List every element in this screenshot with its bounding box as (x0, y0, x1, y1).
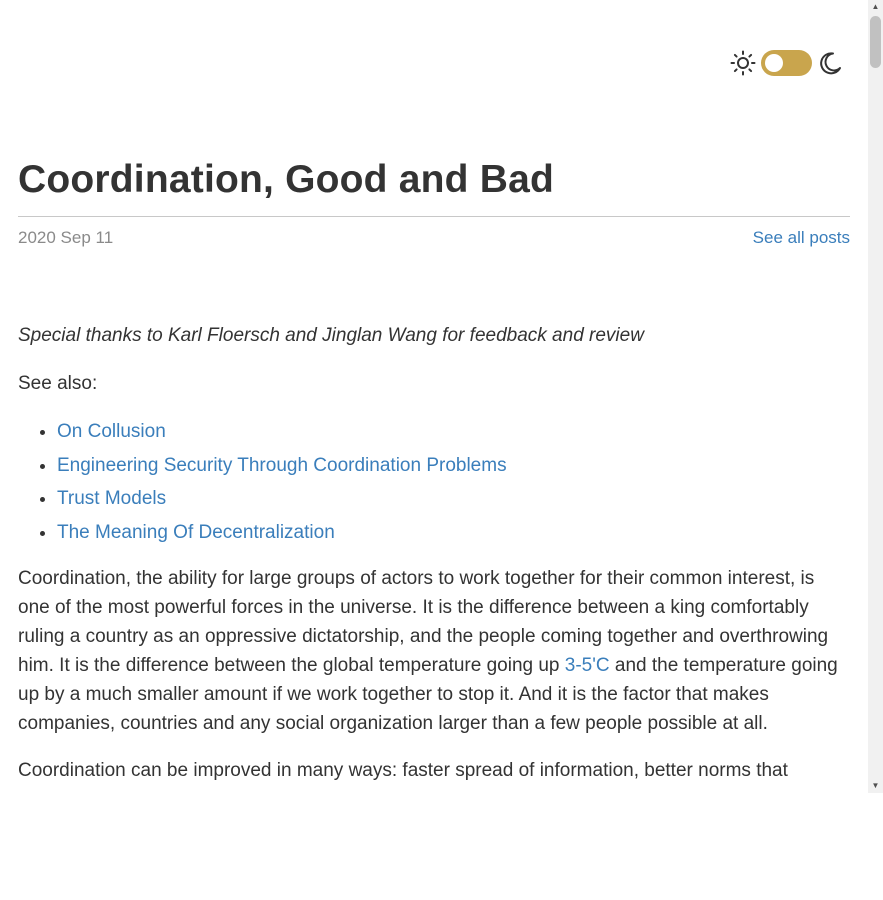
link-meaning-of-decentralization[interactable]: The Meaning Of Decentralization (57, 522, 335, 543)
link-on-collusion[interactable]: On Collusion (57, 421, 166, 442)
theme-switch[interactable] (761, 50, 812, 76)
see-also-list: On Collusion Engineering Security Throug… (18, 420, 850, 545)
scroll-down-arrow[interactable]: ▼ (868, 779, 883, 793)
link-trust-models[interactable]: Trust Models (57, 488, 166, 509)
post-meta: 2020 Sep 11 See all posts (18, 228, 850, 248)
vertical-scrollbar[interactable]: ▲ ▼ (868, 0, 883, 793)
scroll-thumb[interactable] (870, 16, 881, 68)
page-viewport: Coordination, Good and Bad 2020 Sep 11 S… (0, 0, 868, 793)
acknowledgements: Special thanks to Karl Floersch and Jing… (18, 325, 644, 346)
list-item: Trust Models (57, 487, 850, 511)
scroll-up-arrow[interactable]: ▲ (868, 0, 883, 14)
theme-switch-knob (765, 54, 783, 72)
theme-toggle[interactable] (730, 48, 843, 78)
paragraph: Coordination can be improved in many way… (18, 760, 788, 782)
moon-icon (820, 52, 841, 75)
sun-icon (730, 50, 756, 76)
see-also-label: See also: (18, 373, 98, 394)
post-title: Coordination, Good and Bad (18, 158, 554, 201)
list-item: The Meaning Of Decentralization (57, 521, 850, 545)
title-divider (18, 216, 850, 217)
paragraph: Coordination, the ability for large grou… (18, 564, 850, 738)
post-date: 2020 Sep 11 (18, 228, 114, 247)
link-engineering-security[interactable]: Engineering Security Through Coordinatio… (57, 455, 507, 476)
list-item: On Collusion (57, 420, 850, 444)
temperature-link[interactable]: 3-5'C (565, 655, 610, 676)
post-content: Coordination, Good and Bad 2020 Sep 11 S… (18, 155, 850, 785)
list-item: Engineering Security Through Coordinatio… (57, 454, 850, 478)
see-all-posts-link[interactable]: See all posts (753, 228, 850, 248)
